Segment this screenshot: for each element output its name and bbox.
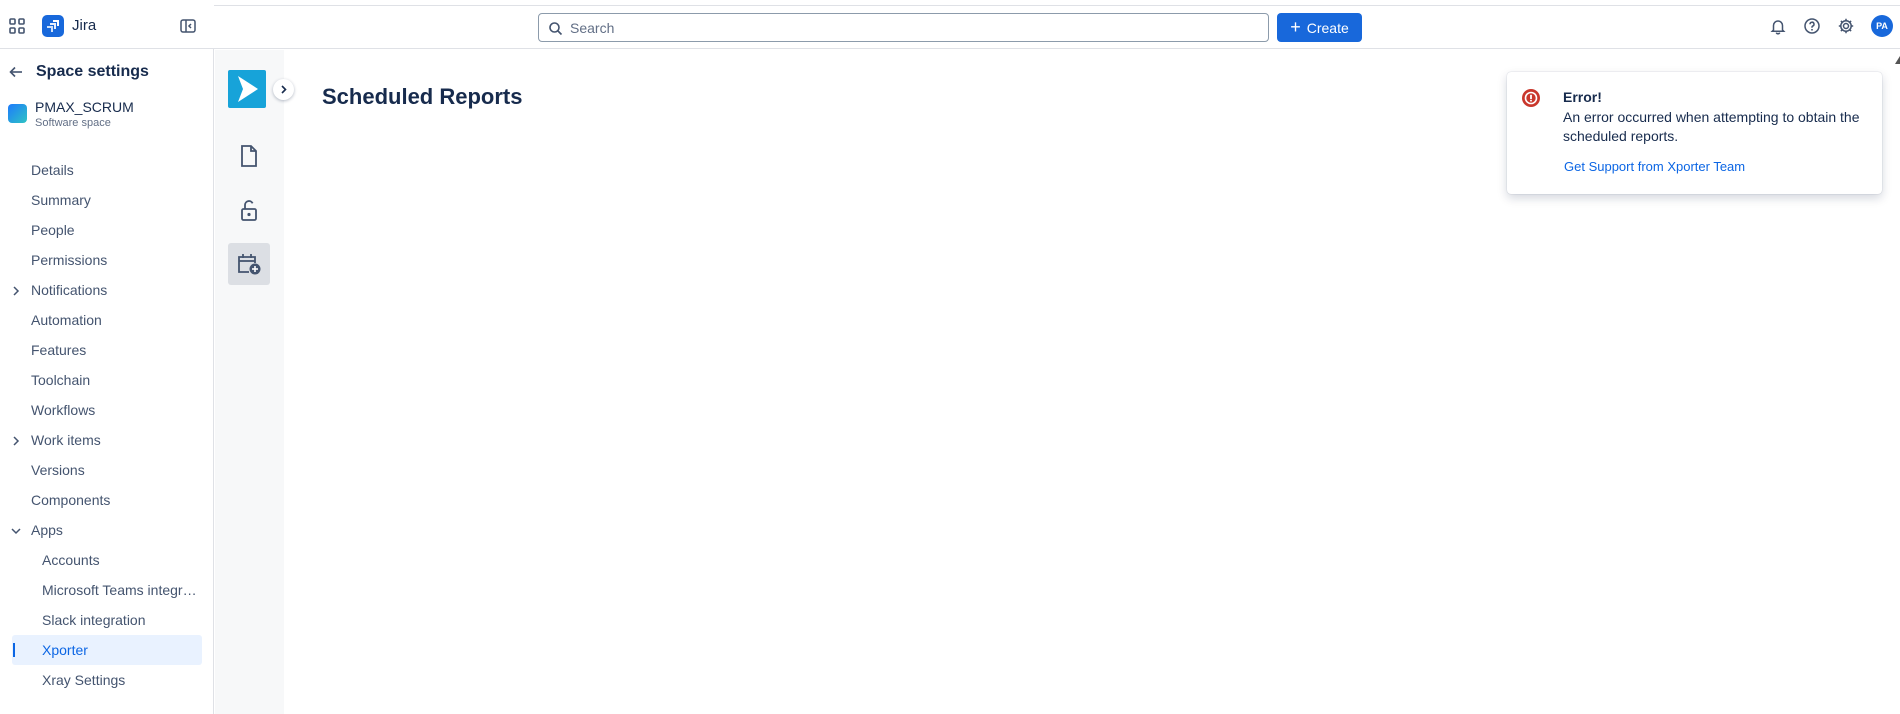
search-input[interactable] [570, 18, 1250, 38]
rail-permissions-button[interactable] [228, 189, 270, 231]
help-icon[interactable] [1803, 17, 1821, 35]
nav-item-label: Apps [31, 522, 63, 538]
jira-logo-icon[interactable] [42, 15, 64, 37]
chevron-down-icon[interactable] [10, 524, 22, 536]
plus-icon: + [1290, 16, 1301, 37]
nav-item-label: Components [31, 492, 111, 508]
nav-item-label: Xporter [42, 642, 88, 658]
xporter-logo-icon[interactable] [228, 70, 266, 108]
create-button-label: Create [1306, 19, 1349, 36]
nav-item-notifications[interactable]: Notifications [0, 275, 214, 305]
nav-item-label: Toolchain [31, 372, 91, 388]
chevron-right-icon[interactable] [10, 284, 22, 296]
flag-message: An error occurred when attempting to obt… [1563, 109, 1860, 144]
nav-item-xray-settings[interactable]: Xray Settings [0, 665, 214, 695]
user-avatar[interactable]: PA [1871, 15, 1893, 37]
space-type: Software space [35, 117, 111, 129]
nav-item-label: Xray Settings [42, 672, 126, 688]
error-icon [1521, 88, 1541, 108]
nav-item-details[interactable]: Details [0, 155, 214, 185]
back-to-space[interactable]: Space settings [8, 63, 149, 81]
nav-item-label: Accounts [42, 552, 100, 568]
nav-item-label: Permissions [31, 252, 108, 268]
expand-rail-button[interactable] [273, 79, 294, 100]
nav-item-automation[interactable]: Automation [0, 305, 214, 335]
nav-item-microsoft-teams[interactable]: Microsoft Teams integration [0, 575, 214, 605]
arrow-left-icon [9, 66, 22, 78]
nav-item-label: Automation [31, 312, 102, 328]
xporter-app-rail [215, 50, 294, 714]
chevron-right-icon[interactable] [10, 434, 22, 446]
calendar-add-icon [238, 254, 261, 275]
space-settings-sidebar: Space settings PMAX_SCRUM Software space… [0, 49, 214, 714]
search-icon [548, 21, 563, 36]
nav-item-label: Versions [31, 462, 85, 478]
nav-item-workflows[interactable]: Workflows [0, 395, 214, 425]
space-name: PMAX_SCRUM [35, 99, 134, 115]
chevron-right-icon [281, 85, 287, 94]
space-avatar-icon [8, 104, 27, 123]
nav-item-label: Microsoft Teams integration [42, 582, 202, 598]
document-icon [241, 145, 257, 167]
nav-item-people[interactable]: People [0, 215, 214, 245]
nav-item-label: Slack integration [42, 612, 146, 628]
nav-item-label: Details [31, 162, 74, 178]
nav-item-toolchain[interactable]: Toolchain [0, 365, 214, 395]
nav-item-features[interactable]: Features [0, 335, 214, 365]
top-navigation: Jira + Create PA [0, 0, 1900, 49]
nav-item-label: Summary [31, 192, 91, 208]
app-switcher-icon[interactable] [8, 17, 26, 35]
notifications-bell-icon[interactable] [1769, 17, 1787, 35]
settings-gear-icon[interactable] [1837, 17, 1855, 35]
nav-item-accounts[interactable]: Accounts [0, 545, 214, 575]
nav-item-label: Notifications [31, 282, 108, 298]
unlock-icon [241, 200, 257, 221]
nav-item-apps[interactable]: Apps [0, 515, 214, 545]
search-box[interactable] [538, 13, 1269, 42]
page-title: Scheduled Reports [322, 84, 523, 109]
nav-item-slack[interactable]: Slack integration [0, 605, 214, 635]
collapse-sidebar-icon[interactable] [179, 17, 197, 35]
rail-templates-button[interactable] [228, 135, 270, 177]
get-support-link[interactable]: Get Support from Xporter Team [1564, 159, 1745, 174]
create-button[interactable]: + Create [1277, 13, 1362, 42]
app-name[interactable]: Jira [72, 17, 96, 34]
error-flag: Error! An error occurred when attempting… [1507, 72, 1882, 194]
nav-item-label: People [31, 222, 75, 238]
space-settings-title: Space settings [36, 63, 149, 80]
nav-item-components[interactable]: Components [0, 485, 214, 515]
nav-item-work-items[interactable]: Work items [0, 425, 214, 455]
nav-item-summary[interactable]: Summary [0, 185, 214, 215]
flag-title: Error! [1563, 89, 1602, 105]
rail-scheduled-reports-button[interactable] [228, 243, 270, 285]
nav-item-xporter[interactable]: Xporter [12, 635, 202, 665]
nav-item-label: Workflows [31, 402, 96, 418]
scrollbar-arrow-icon[interactable] [1895, 56, 1900, 64]
settings-nav: Details Summary People Permissions Notif… [0, 155, 214, 695]
nav-item-permissions[interactable]: Permissions [0, 245, 214, 275]
nav-item-label: Features [31, 342, 87, 358]
nav-item-versions[interactable]: Versions [0, 455, 214, 485]
nav-item-label: Work items [31, 432, 101, 448]
